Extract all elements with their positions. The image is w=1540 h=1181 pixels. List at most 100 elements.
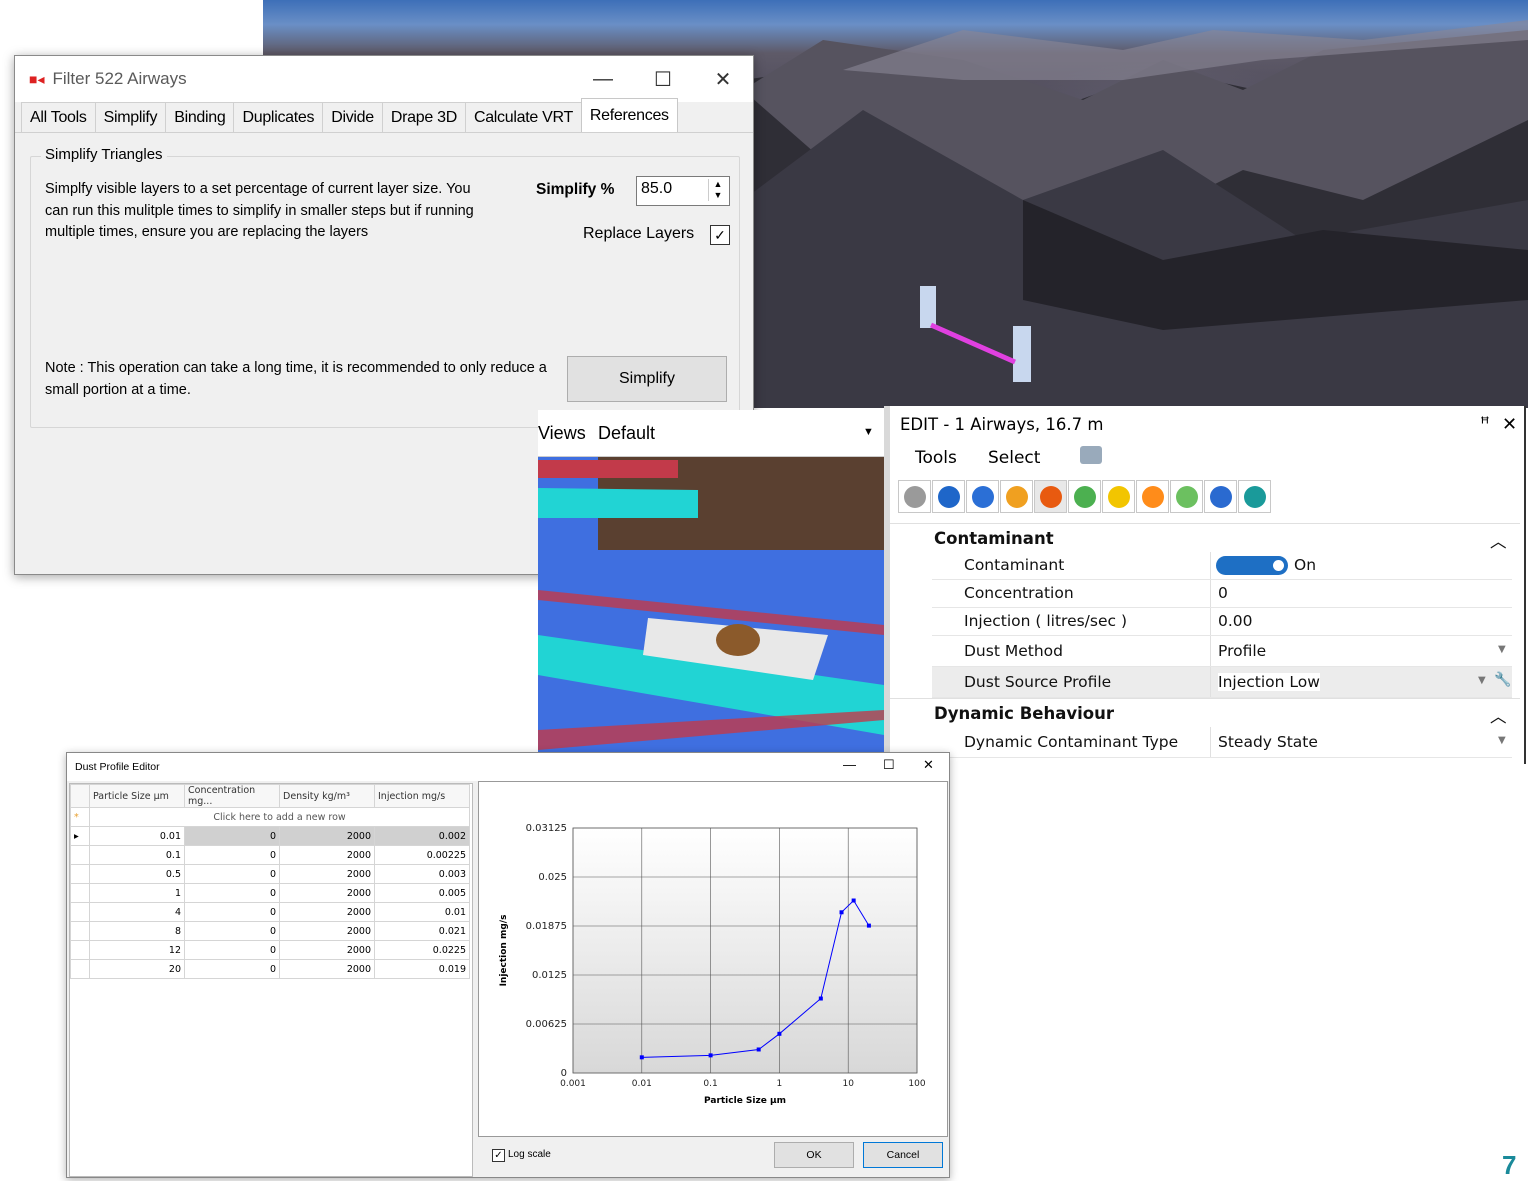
table-cell[interactable]: 20 bbox=[89, 959, 185, 979]
tab-binding[interactable]: Binding bbox=[165, 102, 235, 132]
table-cell[interactable]: 0.021 bbox=[374, 921, 470, 941]
table-cell[interactable]: 2000 bbox=[279, 902, 375, 922]
table-cell[interactable]: 0.005 bbox=[374, 883, 470, 903]
column-header[interactable]: Particle Size µm bbox=[89, 784, 185, 808]
pin-icon[interactable]: ꟸ bbox=[1480, 414, 1490, 434]
prop-row-dust-source-profile[interactable]: Dust Source Profile Injection Low ▼ 🔧 bbox=[932, 667, 1512, 698]
table-row[interactable]: 20 0 2000 0.019 bbox=[70, 959, 470, 979]
vl-icon[interactable] bbox=[1238, 480, 1271, 513]
table-cell[interactable]: 0 bbox=[184, 883, 280, 903]
fan-icon[interactable] bbox=[966, 480, 999, 513]
table-cell[interactable]: 2000 bbox=[279, 826, 375, 846]
collapse-icon[interactable]: ︿ bbox=[1490, 528, 1507, 552]
column-header[interactable]: Concentration mg... bbox=[184, 784, 280, 808]
dust-titlebar[interactable]: Dust Profile Editor — ☐ ✕ bbox=[67, 753, 949, 781]
table-cell[interactable]: 2000 bbox=[279, 845, 375, 865]
tag-icon[interactable] bbox=[1204, 480, 1237, 513]
tab-simplify[interactable]: Simplify bbox=[94, 102, 167, 132]
table-cell[interactable]: 1 bbox=[89, 883, 185, 903]
replace-layers-checkbox[interactable]: ✓ bbox=[710, 225, 730, 245]
table-row[interactable]: 8 0 2000 0.021 bbox=[70, 921, 470, 941]
maximize-icon[interactable]: ☐ bbox=[633, 67, 693, 92]
radiation-icon[interactable] bbox=[1102, 480, 1135, 513]
table-cell[interactable]: 0 bbox=[184, 864, 280, 884]
tab-calculate-vrt[interactable]: Calculate VRT bbox=[464, 102, 582, 132]
info-icon[interactable] bbox=[932, 480, 965, 513]
simplify-button[interactable]: Simplify bbox=[567, 356, 727, 402]
table-cell[interactable]: 2000 bbox=[279, 864, 375, 884]
table-cell[interactable]: 2000 bbox=[279, 883, 375, 903]
table-cell[interactable]: 0.01 bbox=[89, 826, 185, 846]
table-cell[interactable]: 0.019 bbox=[374, 959, 470, 979]
chat-icon[interactable] bbox=[1068, 480, 1101, 513]
chevron-down-icon[interactable]: ▼ bbox=[1498, 735, 1506, 746]
simplify-percent-spinner[interactable]: 85.0 ▲ ▼ bbox=[636, 176, 730, 206]
minimize-icon[interactable]: — bbox=[573, 68, 633, 91]
close-icon[interactable]: ✕ bbox=[693, 67, 753, 92]
table-cell[interactable]: 0.00225 bbox=[374, 845, 470, 865]
prop-row-contaminant[interactable]: Contaminant On bbox=[932, 552, 1512, 580]
table-cell[interactable]: 0 bbox=[184, 959, 280, 979]
views-3d-panel[interactable] bbox=[538, 410, 884, 755]
dynamic-type-dropdown[interactable]: Steady State bbox=[1218, 733, 1318, 751]
table-cell[interactable]: 0.5 bbox=[89, 864, 185, 884]
table-cell[interactable]: 2000 bbox=[279, 921, 375, 941]
section-dynamic-behaviour[interactable]: Dynamic Behaviour ︿ bbox=[890, 698, 1520, 727]
table-row[interactable]: 0.5 0 2000 0.003 bbox=[70, 864, 470, 884]
table-cell[interactable]: 0 bbox=[184, 902, 280, 922]
tab-drape-3d[interactable]: Drape 3D bbox=[381, 102, 466, 132]
sensor-marker-1[interactable] bbox=[920, 286, 936, 328]
table-cell[interactable]: 0.003 bbox=[374, 864, 470, 884]
collapse-icon[interactable]: ︿ bbox=[1490, 703, 1507, 727]
wifi-icon[interactable] bbox=[1170, 480, 1203, 513]
column-header[interactable]: Injection mg/s bbox=[374, 784, 470, 808]
prop-value[interactable]: 0.00 bbox=[1218, 612, 1253, 630]
prop-row-dust-method[interactable]: Dust Method Profile ▼ bbox=[932, 636, 1512, 667]
tab-references[interactable]: References bbox=[580, 98, 678, 132]
table-cell[interactable]: 0.0225 bbox=[374, 940, 470, 960]
table-cell[interactable]: 0 bbox=[184, 921, 280, 941]
table-cell[interactable]: 0.1 bbox=[89, 845, 185, 865]
table-cell[interactable]: 8 bbox=[89, 921, 185, 941]
sensor-marker-2[interactable] bbox=[1013, 326, 1031, 382]
filter-titlebar[interactable]: ■◂ Filter 522 Airways — ☐ ✕ bbox=[15, 56, 753, 102]
table-cell[interactable]: 0 bbox=[184, 826, 280, 846]
menu-tools[interactable]: Tools bbox=[915, 448, 957, 468]
dust-method-dropdown[interactable]: Profile bbox=[1218, 642, 1266, 660]
contaminant-toggle[interactable] bbox=[1216, 556, 1288, 575]
table-cell[interactable]: 0 bbox=[184, 845, 280, 865]
close-panel-icon[interactable]: ✕ bbox=[1502, 414, 1517, 435]
table-cell[interactable]: 0 bbox=[184, 940, 280, 960]
chevron-down-icon[interactable]: ▼ bbox=[1498, 644, 1506, 655]
spinner-arrows-icon[interactable]: ▲ ▼ bbox=[708, 179, 727, 201]
fire-icon[interactable] bbox=[1034, 480, 1067, 513]
table-row[interactable]: 12 0 2000 0.0225 bbox=[70, 940, 470, 960]
tab-all-tools[interactable]: All Tools bbox=[21, 102, 96, 132]
minimize-icon[interactable]: — bbox=[843, 757, 856, 772]
ok-button[interactable]: OK bbox=[774, 1142, 854, 1168]
dust-source-dropdown[interactable]: Injection Low bbox=[1218, 673, 1320, 691]
column-header[interactable]: Density kg/m³ bbox=[279, 784, 375, 808]
table-row[interactable]: 4 0 2000 0.01 bbox=[70, 902, 470, 922]
views-dropdown[interactable]: Default bbox=[598, 423, 655, 444]
prop-row-dynamic-type[interactable]: Dynamic Contaminant Type Steady State ▼ bbox=[932, 727, 1512, 758]
new-row-text[interactable]: Click here to add a new row bbox=[89, 807, 470, 827]
close-icon[interactable]: ✕ bbox=[923, 757, 934, 773]
heat-icon[interactable] bbox=[1000, 480, 1033, 513]
simplify-percent-input[interactable]: 85.0 bbox=[641, 180, 672, 198]
chevron-down-icon[interactable]: ▼ bbox=[1478, 675, 1486, 686]
maximize-icon[interactable]: ☐ bbox=[883, 757, 895, 773]
section-contaminant[interactable]: Contaminant ︿ bbox=[890, 523, 1520, 552]
cancel-button[interactable]: Cancel bbox=[863, 1142, 943, 1168]
table-cell[interactable]: 2000 bbox=[279, 959, 375, 979]
table-cell[interactable]: 0.01 bbox=[374, 902, 470, 922]
chevron-down-icon[interactable]: ▼ bbox=[863, 426, 874, 438]
wrench-icon[interactable]: 🔧 bbox=[1494, 672, 1511, 688]
tab-duplicates[interactable]: Duplicates bbox=[233, 102, 324, 132]
globe-icon[interactable] bbox=[898, 480, 931, 513]
prop-row-concentration[interactable]: Concentration 0 bbox=[932, 580, 1512, 608]
menu-select[interactable]: Select bbox=[988, 448, 1040, 468]
log-scale-checkbox[interactable]: ✓ bbox=[492, 1149, 505, 1162]
table-row[interactable]: ▸ 0.01 0 2000 0.002 bbox=[70, 826, 470, 846]
new-row[interactable]: * Click here to add a new row bbox=[70, 807, 470, 827]
